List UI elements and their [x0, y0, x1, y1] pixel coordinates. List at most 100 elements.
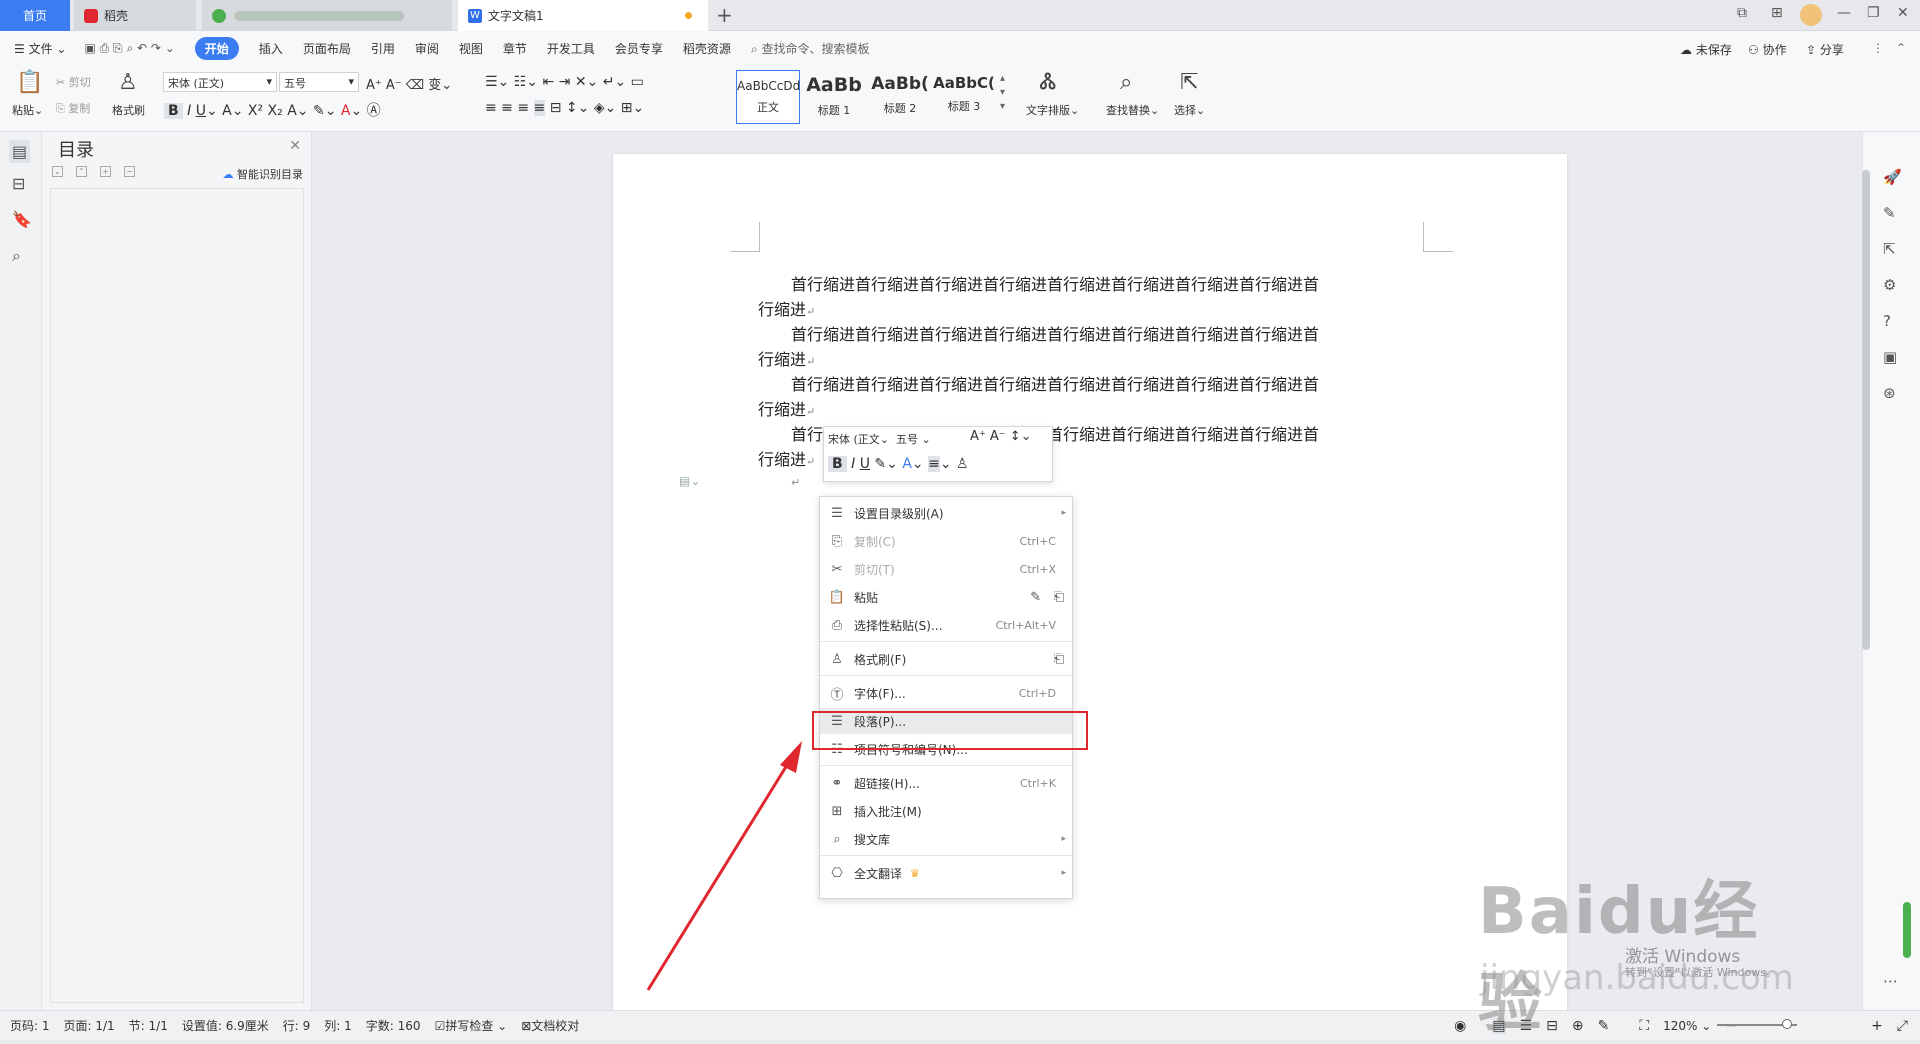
- tab-home[interactable]: 首页: [0, 0, 70, 31]
- find-icon[interactable]: ⌕: [1120, 70, 1132, 95]
- status-section[interactable]: 节: 1/1: [129, 1017, 168, 1034]
- menu-devtools[interactable]: 开发工具: [547, 40, 595, 57]
- font-size-select[interactable]: 五号 ▾: [279, 72, 359, 92]
- menu-reference[interactable]: 引用: [371, 40, 395, 57]
- text-layout-button[interactable]: 文字排版⌄: [1026, 102, 1079, 118]
- close-icon[interactable]: ✕: [1897, 5, 1909, 21]
- copy-button[interactable]: ⎘ 复制: [56, 100, 90, 116]
- toc-expand-icon[interactable]: ⌃: [76, 166, 87, 177]
- menu-layout[interactable]: 页面布局: [303, 40, 351, 57]
- status-setting[interactable]: 设置值: 6.9厘米: [182, 1017, 269, 1034]
- paste-button[interactable]: 粘贴⌄: [12, 102, 43, 118]
- select-button[interactable]: 选择⌄: [1174, 102, 1205, 118]
- menu-review[interactable]: 审阅: [415, 40, 439, 57]
- chapter-nav-icon[interactable]: ⊟: [12, 174, 25, 193]
- command-search[interactable]: ⌕ 查找命令、搜索模板: [751, 40, 870, 57]
- style-heading1[interactable]: AaBb 标题 1: [802, 70, 866, 124]
- cursor-icon[interactable]: ⇱: [1883, 240, 1896, 258]
- menu-file[interactable]: ☰ 文件 ⌄: [14, 40, 66, 57]
- paragraph-tools-row1[interactable]: ☰⌄ ☷⌄ ⇤ ⇥ ✕⌄ ↵⌄ ▭: [485, 74, 644, 90]
- menu-start[interactable]: 开始: [194, 37, 239, 60]
- format-painter-button[interactable]: 格式刷: [112, 102, 145, 118]
- menu-item-translate[interactable]: ⎔ 全文翻译 ♛ ▸: [820, 860, 1072, 886]
- tab-blurred[interactable]: [202, 0, 452, 31]
- menu-item-format-painter[interactable]: ♙ 格式刷(F) ⎗: [820, 646, 1072, 672]
- paragraph-3[interactable]: 首行缩进首行缩进首行缩进首行缩进首行缩进首行缩进首行缩进首行缩进首 行缩进↵: [758, 372, 1423, 424]
- tab-daoke[interactable]: 稻壳: [74, 0, 196, 31]
- find-replace-button[interactable]: 查找替换⌄: [1106, 102, 1159, 118]
- avatar[interactable]: [1800, 4, 1822, 26]
- vertical-scrollbar[interactable]: [1862, 170, 1870, 650]
- unsaved-button[interactable]: ☁ 未保存: [1680, 41, 1732, 58]
- paragraph-1[interactable]: 首行缩进首行缩进首行缩进首行缩进首行缩进首行缩进首行缩进首行缩进首 行缩进↵: [758, 272, 1423, 324]
- menu-item-search-library[interactable]: ⌕ 搜文库 ▸: [820, 826, 1072, 852]
- toc-collapse-icon[interactable]: ⌄: [52, 166, 63, 177]
- mini-font-select[interactable]: 宋体 (正文⌄: [828, 431, 889, 447]
- style-normal[interactable]: AaBbCcDd 正文: [736, 70, 800, 124]
- paragraph-2[interactable]: 首行缩进首行缩进首行缩进首行缩进首行缩进首行缩进首行缩进首行缩进首 行缩进↵: [758, 322, 1423, 374]
- quick-access-icons[interactable]: ▣ ⎙ ⎘ ⌕ ↶ ↷ ⌄: [84, 41, 174, 56]
- font-format-row[interactable]: B I U⌄ A⌄ X² X₂ A⌄ ✎⌄ A⌄ Ⓐ: [164, 100, 381, 120]
- more-icon[interactable]: ⋮: [1872, 41, 1884, 55]
- menu-item-copy[interactable]: ⎘ 复制(C) Ctrl+C: [820, 528, 1072, 554]
- menu-item-comment[interactable]: ⊞ 插入批注(M): [820, 798, 1072, 824]
- minimize-icon[interactable]: —: [1837, 5, 1851, 21]
- menu-item-toc-level[interactable]: ☰ 设置目录级别(A) ▸: [820, 500, 1072, 526]
- search-nav-icon[interactable]: ⌕: [12, 246, 21, 266]
- new-tab-button[interactable]: +: [716, 3, 733, 27]
- format-painter-extra-icon[interactable]: ⎗: [1054, 652, 1064, 667]
- restore-icon[interactable]: ❐: [1867, 5, 1880, 21]
- toc-list[interactable]: [50, 188, 304, 1003]
- menu-item-font[interactable]: Ⓣ 字体(F)... Ctrl+D: [820, 680, 1072, 706]
- proofread-button[interactable]: ⊠文档校对: [521, 1017, 579, 1034]
- paragraph-tools-row2[interactable]: ≡ ≡ ≡ ≡ ⊟ ↕⌄ ◈⌄ ⊞⌄: [485, 100, 644, 116]
- status-page[interactable]: 页码: 1: [10, 1017, 50, 1034]
- toc-nav-icon[interactable]: ▤: [9, 140, 31, 163]
- layout-icon[interactable]: ⧉: [1737, 5, 1747, 21]
- toc-add-icon[interactable]: +: [100, 166, 111, 177]
- status-row[interactable]: 行: 9: [283, 1017, 311, 1034]
- toc-close-icon[interactable]: ✕: [289, 138, 301, 154]
- status-pages[interactable]: 页面: 1/1: [64, 1017, 115, 1034]
- menu-item-paste[interactable]: 📋 粘贴 ✎ ⎗: [820, 584, 1072, 610]
- eye-protect-icon[interactable]: ◉: [1454, 1018, 1466, 1034]
- smart-toc-button[interactable]: ☁ 智能识别目录: [223, 166, 304, 182]
- menu-item-paste-special[interactable]: ⎙ 选择性粘贴(S)... Ctrl+Alt+V: [820, 612, 1072, 638]
- pen-icon[interactable]: ✎: [1883, 204, 1896, 222]
- more-dots-icon[interactable]: ⋯: [1883, 972, 1898, 990]
- zoom-in-icon[interactable]: +: [1871, 1018, 1883, 1034]
- menu-daoke-resources[interactable]: 稻壳资源: [683, 40, 731, 57]
- settings-sliders-icon[interactable]: ⚙: [1883, 276, 1896, 294]
- menu-chapter[interactable]: 章节: [503, 40, 527, 57]
- font-tools-row1[interactable]: A⁺ A⁻ ⌫ 变⌄: [366, 74, 452, 93]
- style-heading3[interactable]: AaBbC(标题 3: [932, 70, 996, 124]
- paste-icon[interactable]: 📋: [16, 70, 43, 95]
- image-icon[interactable]: ▣: [1883, 348, 1897, 366]
- paragraph-handle-icon[interactable]: ▤⌄: [679, 474, 700, 488]
- fullscreen-icon[interactable]: ⤢: [1897, 1018, 1908, 1034]
- toc-remove-icon[interactable]: −: [124, 166, 135, 177]
- apps-grid-icon[interactable]: ⊞: [1771, 5, 1783, 21]
- collab-button[interactable]: ⚇ 协作: [1748, 41, 1787, 58]
- style-heading2[interactable]: AaBb(标题 2: [868, 70, 932, 124]
- cut-button[interactable]: ✂ 剪切: [56, 74, 91, 90]
- format-painter-icon[interactable]: ♙: [118, 70, 138, 95]
- location-icon[interactable]: ⊛: [1883, 384, 1896, 402]
- menu-item-cut[interactable]: ✂ 剪切(T) Ctrl+X: [820, 556, 1072, 582]
- menu-vip[interactable]: 会员专享: [615, 40, 663, 57]
- mini-size-select[interactable]: 五号 ⌄: [896, 431, 966, 447]
- font-name-select[interactable]: 宋体 (正文) ▾: [163, 72, 277, 92]
- mini-format-row[interactable]: B I U ✎⌄ A⌄ ≡⌄ ♙: [828, 456, 969, 472]
- collapse-ribbon-icon[interactable]: ⌃: [1896, 41, 1906, 55]
- text-layout-icon[interactable]: Ꮬ: [1040, 70, 1057, 95]
- tab-document[interactable]: W 文字文稿1: [458, 0, 708, 31]
- menu-view[interactable]: 视图: [459, 40, 483, 57]
- menu-item-hyperlink[interactable]: ⚭ 超链接(H)... Ctrl+K: [820, 770, 1072, 796]
- rocket-icon[interactable]: 🚀: [1883, 168, 1902, 186]
- bookmark-icon[interactable]: 🔖: [12, 210, 32, 229]
- style-scroll-icon[interactable]: ▴ ▾ ▾: [1000, 72, 1005, 114]
- menu-insert[interactable]: 插入: [259, 40, 283, 57]
- share-button[interactable]: ⇪ 分享: [1806, 41, 1844, 58]
- select-cursor-icon[interactable]: ⇱: [1180, 70, 1198, 95]
- status-col[interactable]: 列: 1: [324, 1017, 352, 1034]
